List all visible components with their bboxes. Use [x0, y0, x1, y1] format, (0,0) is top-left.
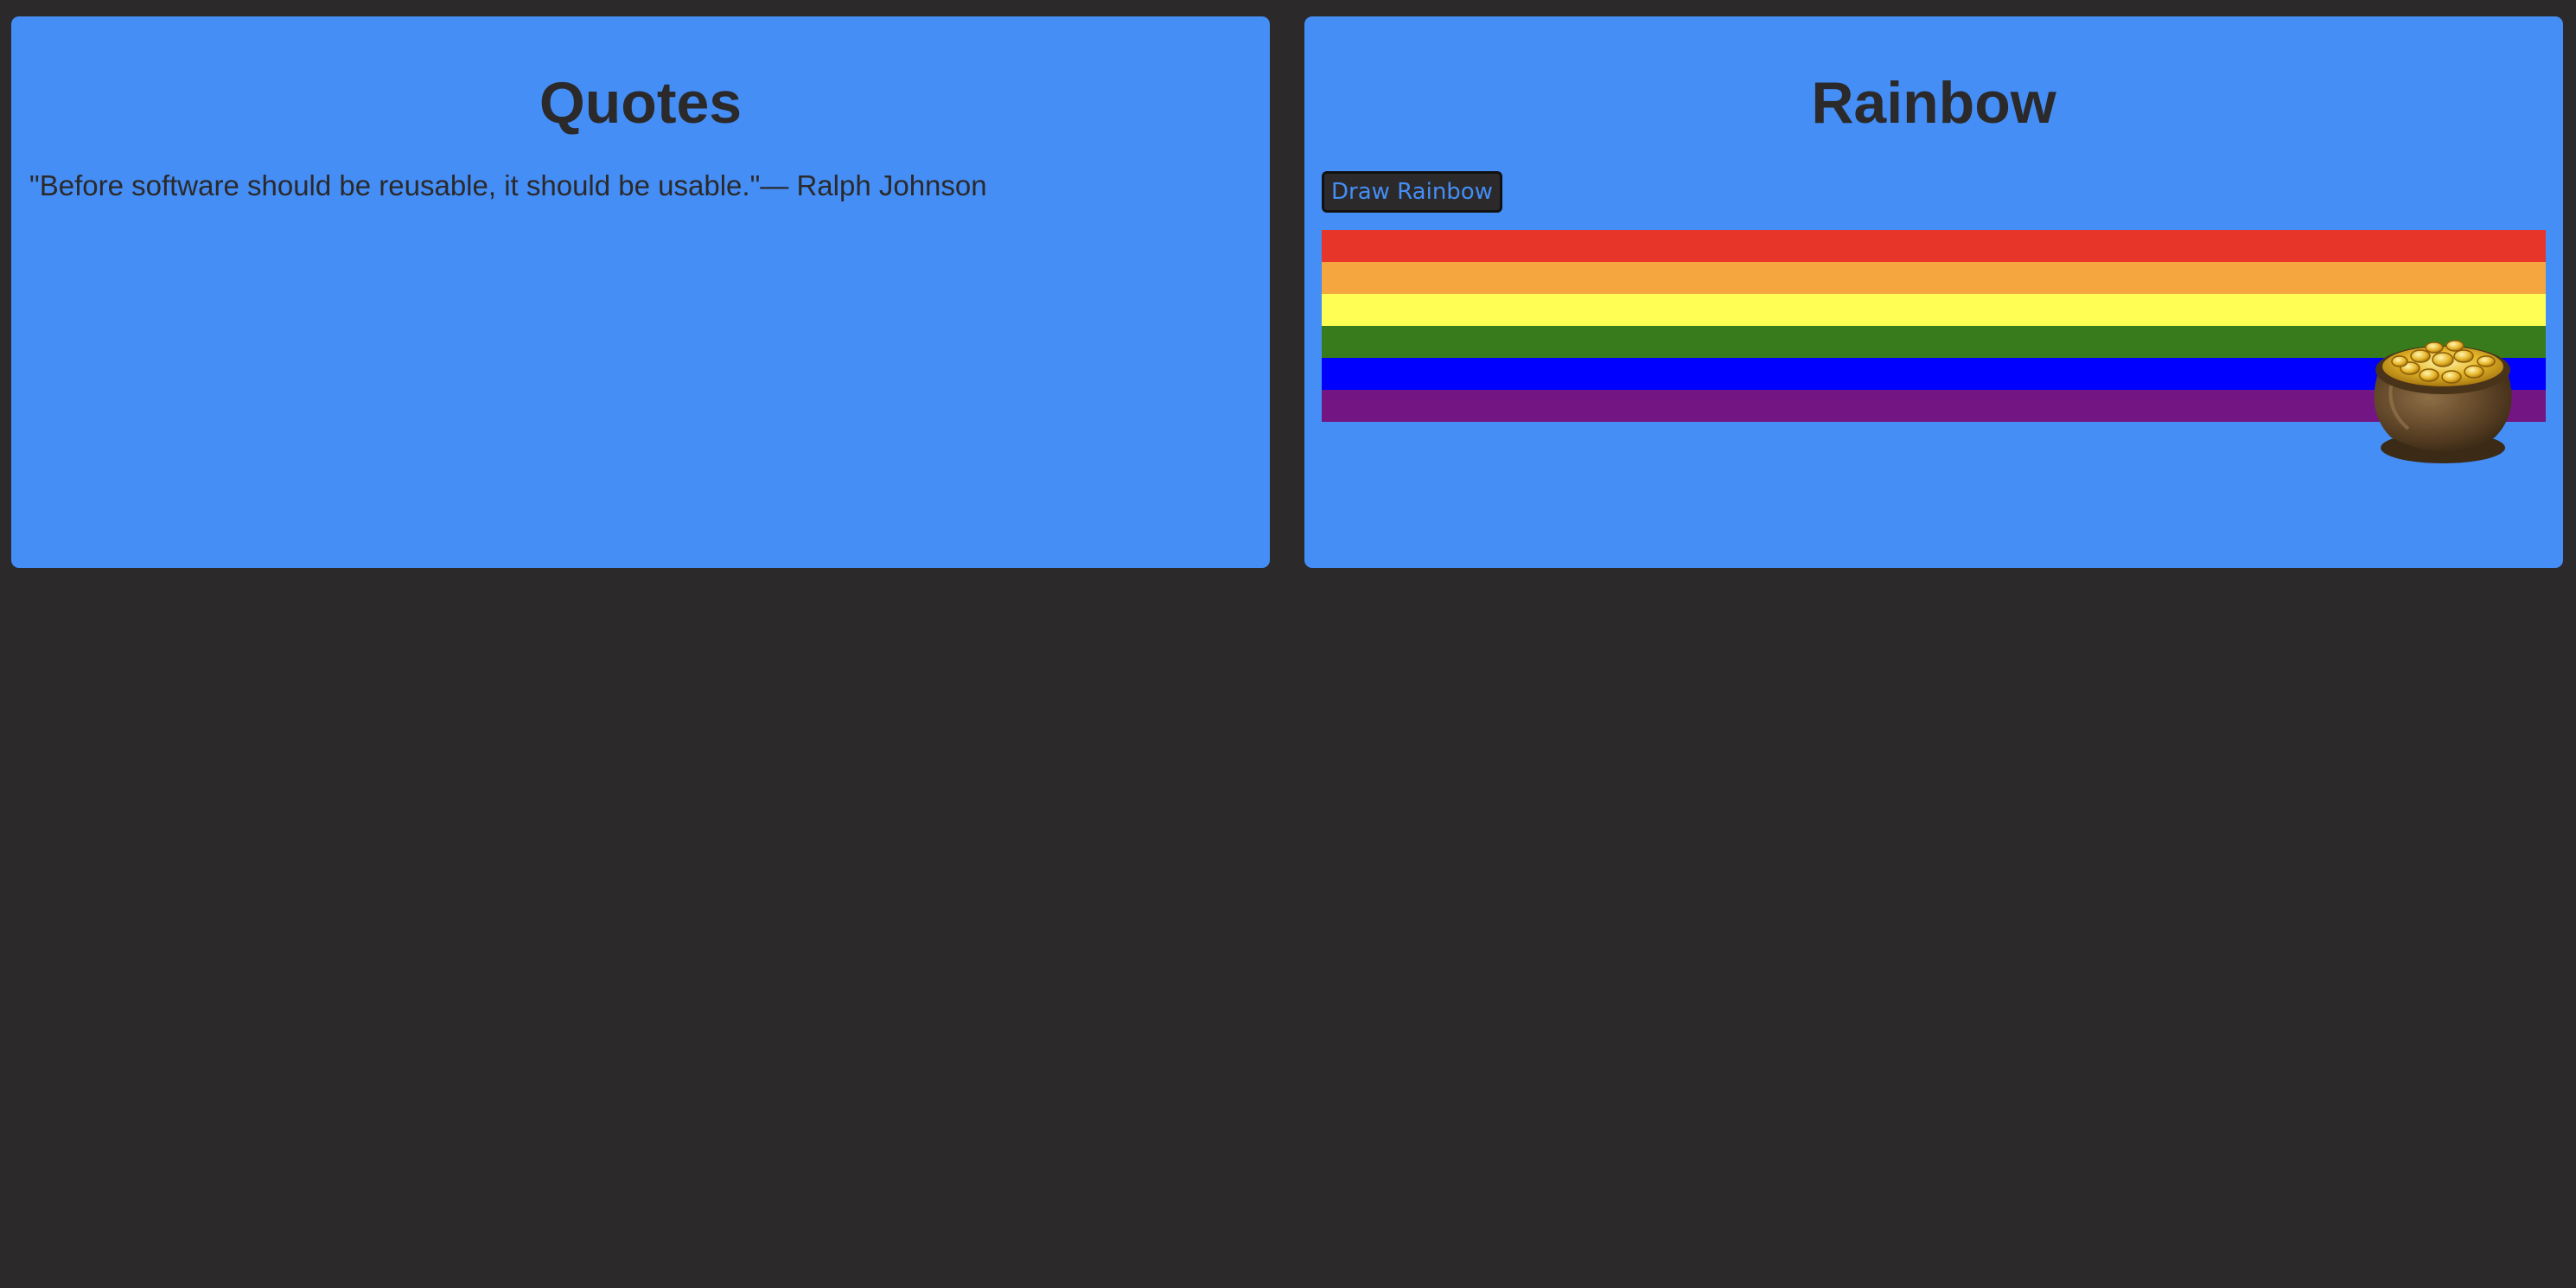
rainbow-card: Rainbow Draw Rainbow [1304, 16, 2563, 568]
quotes-card: Quotes "Before software should be reusab… [11, 16, 1270, 568]
quotes-title: Quotes [539, 70, 743, 136]
rainbow-stripe-red [1322, 230, 2546, 262]
draw-rainbow-button[interactable]: Draw Rainbow [1322, 171, 1502, 213]
pot-of-gold-icon [2374, 340, 2512, 463]
rainbow-title: Rainbow [1811, 70, 2056, 136]
rainbow-stripe-orange [1322, 262, 2546, 294]
quote-text: "Before software should be reusable, it … [29, 169, 987, 201]
